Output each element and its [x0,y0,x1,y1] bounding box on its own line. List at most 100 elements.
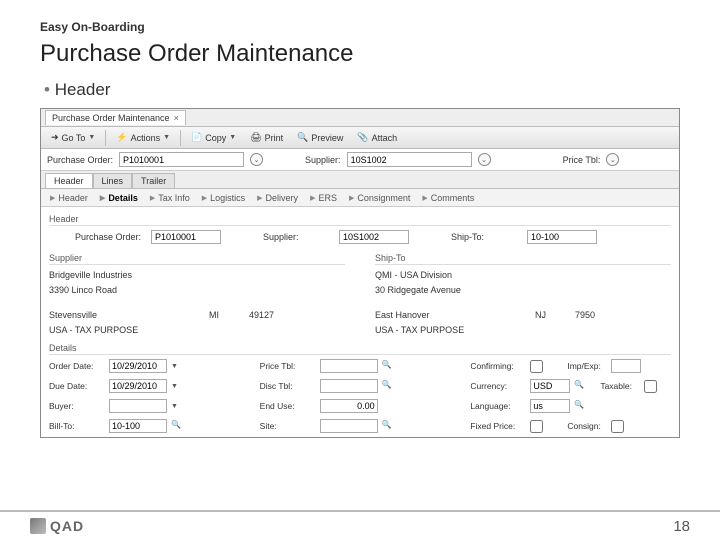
slide-bullet: Header [44,80,680,100]
shipto-country: USA - TAX PURPOSE [375,322,671,337]
duedate-label: Due Date: [49,381,105,391]
shipto-addr1: 30 Ridgegate Avenue [375,282,671,297]
subnav: ▶Header ▶Details ▶Tax Info ▶Logistics ▶D… [41,189,679,207]
nav-tax[interactable]: ▶Tax Info [145,192,195,204]
search-icon[interactable]: 🔍 [382,380,394,392]
chevron-down-icon: ▼ [88,134,95,141]
preview-button[interactable]: 🔍Preview [291,129,349,146]
context-supplier-label: Supplier: [305,155,341,165]
goto-label: Go To [62,133,86,143]
slide-eyebrow: Easy On-Boarding [40,20,680,34]
duedate-input[interactable] [109,379,167,393]
logo-icon [30,518,46,534]
disctbl-input[interactable] [320,379,378,393]
buyer-input[interactable] [109,399,167,413]
preview-label: Preview [311,133,343,143]
currency-input[interactable] [530,379,570,393]
confirming-checkbox[interactable] [530,360,543,373]
triangle-icon: ▶ [349,194,354,202]
copy-label: Copy [205,133,226,143]
print-button[interactable]: 🖨Print [244,129,289,146]
nav-label: ERS [318,193,337,203]
nav-label: Details [108,193,138,203]
lookup-icon[interactable]: ⌄ [250,153,263,166]
nav-ers[interactable]: ▶ERS [305,192,342,204]
nav-label: Logistics [210,193,245,203]
arrow-icon: ➜ [51,132,59,143]
shipto-city: East Hanover [375,310,535,320]
preview-icon: 🔍 [297,132,308,143]
shipto-input[interactable] [527,230,597,244]
search-icon[interactable]: 🔍 [171,420,183,432]
fixedprice-checkbox[interactable] [530,420,543,433]
attach-label: Attach [372,133,398,143]
copy-icon: 📄 [191,132,202,143]
nav-label: Header [58,193,88,203]
context-supplier-input[interactable] [347,152,472,167]
nav-label: Consignment [357,193,410,203]
triangle-icon: ▶ [100,194,105,202]
lightning-icon: ⚡ [116,132,127,143]
nav-label: Comments [431,193,475,203]
supplier-input[interactable] [339,230,409,244]
impexp-input[interactable] [611,359,641,373]
slide-title: Purchase Order Maintenance [40,40,680,68]
taxable-checkbox[interactable] [644,380,657,393]
pricetbl-input[interactable] [320,359,378,373]
tab-lines[interactable]: Lines [93,173,133,188]
enduse-input[interactable] [320,399,378,413]
supplier-city: Stevensville [49,310,209,320]
actions-label: Actions [131,133,161,143]
chevron-down-icon[interactable]: ▼ [171,383,181,390]
lookup-icon[interactable]: ⌄ [478,153,491,166]
attach-button[interactable]: 📎Attach [351,129,403,146]
triangle-icon: ▶ [150,194,155,202]
orderdate-input[interactable] [109,359,167,373]
close-icon[interactable]: × [174,113,179,123]
window-tab[interactable]: Purchase Order Maintenance × [45,110,186,125]
triangle-icon: ▶ [422,194,427,202]
billto-input[interactable] [109,419,167,433]
separator [105,130,106,146]
context-po-input[interactable] [119,152,244,167]
toolbar: ➜Go To▼ ⚡Actions▼ 📄Copy▼ 🖨Print 🔍Preview… [41,127,679,149]
nav-label: Tax Info [158,193,190,203]
nav-header[interactable]: ▶Header [45,192,93,204]
chevron-down-icon: ▼ [163,134,170,141]
search-icon[interactable]: 🔍 [574,380,586,392]
section-supplier: Supplier [49,253,345,265]
chevron-down-icon[interactable]: ▼ [171,363,181,370]
window-tabbar: Purchase Order Maintenance × [41,109,679,127]
nav-logistics[interactable]: ▶Logistics [197,192,250,204]
tab-trailer[interactable]: Trailer [132,173,175,188]
taxable-label: Taxable: [600,381,640,391]
details-grid: Order Date:▼ Price Tbl:🔍 Confirming:Imp/… [49,357,671,435]
lookup-icon[interactable]: ⌄ [606,153,619,166]
search-icon[interactable]: 🔍 [382,420,394,432]
chevron-down-icon[interactable]: ▼ [171,403,181,410]
search-icon[interactable]: 🔍 [382,360,394,372]
supplier-label: Supplier: [263,232,333,242]
consign-checkbox[interactable] [611,420,624,433]
supplier-country: USA - TAX PURPOSE [49,322,345,337]
context-pricetbl-label: Price Tbl: [563,155,601,165]
nav-details[interactable]: ▶Details [95,192,143,204]
page-number: 18 [673,518,690,535]
nav-comments[interactable]: ▶ Comments [417,192,479,204]
goto-button[interactable]: ➜Go To▼ [45,129,101,146]
site-input[interactable] [320,419,378,433]
billto-label: Bill-To: [49,421,105,431]
search-icon[interactable]: 🔍 [574,400,586,412]
consign-label: Consign: [567,421,607,431]
copy-button[interactable]: 📄Copy▼ [185,129,242,146]
nav-delivery[interactable]: ▶Delivery [252,192,303,204]
slide-footer: QAD 18 [0,510,720,540]
supplier-zip: 49127 [249,310,274,320]
language-input[interactable] [530,399,570,413]
triangle-icon: ▶ [310,194,315,202]
actions-button[interactable]: ⚡ Actions▼ [110,129,176,146]
po-input[interactable] [151,230,221,244]
nav-consignment[interactable]: ▶Consignment [344,192,415,204]
nav-label: Delivery [266,193,299,203]
tab-header[interactable]: Header [45,173,93,188]
